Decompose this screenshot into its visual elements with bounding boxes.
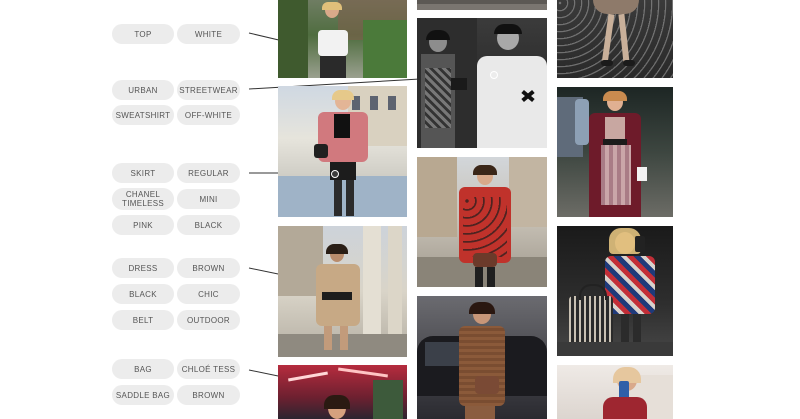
tag-regular[interactable]: REGULAR	[177, 163, 240, 183]
hotspot-dot[interactable]	[331, 170, 339, 178]
tag-dress[interactable]: DRESS	[112, 258, 174, 278]
tag-top[interactable]: TOP	[112, 24, 174, 44]
tag-black[interactable]: BLACK	[112, 284, 174, 304]
tag-off-white[interactable]: OFF-WHITE	[177, 105, 240, 125]
tag-skirt[interactable]: SKIRT	[112, 163, 174, 183]
tag-bag[interactable]: BAG	[112, 359, 174, 379]
photo-sequin-legs[interactable]	[557, 0, 673, 78]
photo-brown-knit[interactable]	[417, 296, 547, 419]
tag-chloe-tess[interactable]: CHLOÉ TESS	[177, 359, 240, 379]
tag-chanel-timeless[interactable]: CHANEL TIMELESS	[112, 188, 174, 210]
tag-pink[interactable]: PINK	[112, 215, 174, 235]
photo-black-bag[interactable]	[557, 226, 673, 356]
tag-belt[interactable]: BELT	[112, 310, 174, 330]
tag-saddle-bag[interactable]: SADDLE BAG	[112, 385, 174, 405]
photo-partial-top[interactable]	[417, 0, 547, 10]
tag-black[interactable]: BLACK	[177, 215, 240, 235]
tag-chic[interactable]: CHIC	[177, 284, 240, 304]
photo-white-top[interactable]	[278, 0, 407, 78]
photo-red-coat[interactable]	[417, 157, 547, 287]
hotspot-dot[interactable]	[490, 71, 498, 79]
photo-bw-streetwear[interactable]	[417, 18, 547, 148]
photo-burgundy-coat[interactable]	[557, 87, 673, 217]
tag-outdoor[interactable]: OUTDOOR	[177, 310, 240, 330]
tag-brown[interactable]: BROWN	[177, 385, 240, 405]
tag-streetwear[interactable]: STREETWEAR	[177, 80, 240, 100]
tag-sweatshirt[interactable]: SWEATSHIRT	[112, 105, 174, 125]
tag-brown[interactable]: BROWN	[177, 258, 240, 278]
photo-phone-selfie[interactable]	[557, 365, 673, 419]
photo-beige-dress[interactable]	[278, 226, 407, 357]
tag-white[interactable]: WHITE	[177, 24, 240, 44]
photo-red-lights[interactable]	[278, 365, 407, 419]
tag-mini[interactable]: MINI	[177, 189, 240, 209]
photo-pink-jacket[interactable]	[278, 86, 407, 217]
tag-urban[interactable]: URBAN	[112, 80, 174, 100]
